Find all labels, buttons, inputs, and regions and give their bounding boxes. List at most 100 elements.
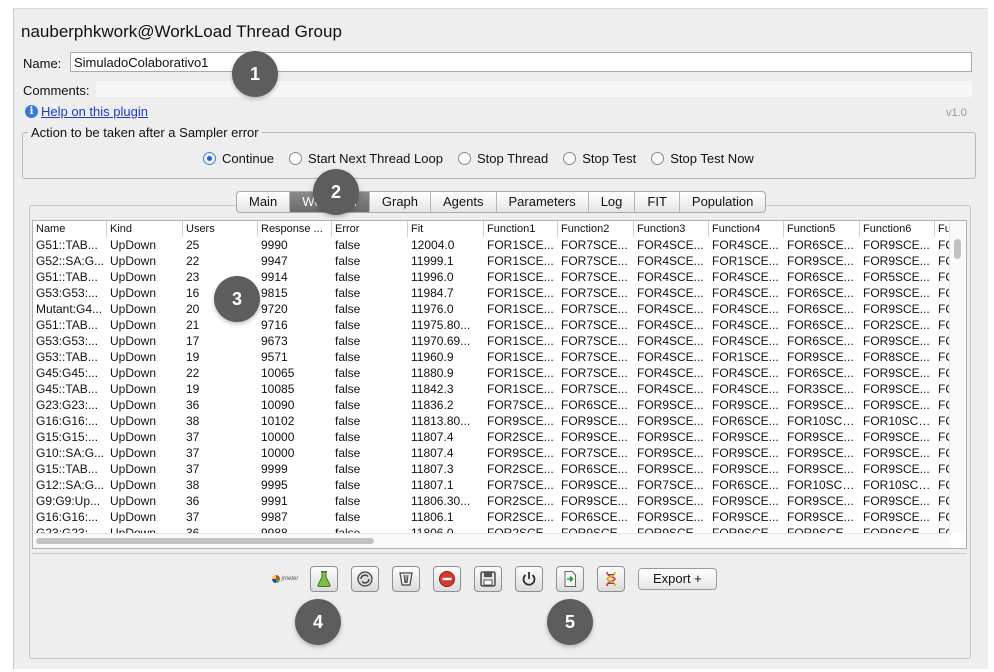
export-file-button[interactable] <box>556 566 584 592</box>
column-header[interactable]: Function3 <box>634 221 709 237</box>
table-row[interactable]: G53::TAB... UpDown 19 9571 false 11960.9 FOR1S… <box>33 349 951 365</box>
table-row[interactable]: G9:G9:Up... UpDown 36 9991 false 11806.30... F… <box>33 493 951 509</box>
radio-button[interactable] <box>457 152 471 165</box>
radio-stop-thread[interactable]: Stop Thread <box>457 151 548 166</box>
save-button[interactable] <box>474 566 502 592</box>
tab-agents[interactable]: Agents <box>431 192 497 212</box>
cycle-button[interactable] <box>351 566 379 592</box>
table-cell: 10085 <box>261 382 295 396</box>
radio-button[interactable] <box>563 152 577 165</box>
column-header[interactable]: Function6 <box>860 221 935 237</box>
tab-log[interactable]: Log <box>589 192 636 212</box>
table-cell: G12::SA:G... <box>36 478 105 492</box>
radio-button[interactable] <box>289 152 303 165</box>
vertical-scroll-thumb[interactable] <box>954 239 961 259</box>
column-header[interactable]: Name <box>33 221 107 237</box>
table-row[interactable]: G23:G23:... UpDown 36 10090 false 11836.2 FOR7… <box>33 397 951 413</box>
export-button[interactable]: Export + <box>638 568 717 590</box>
table-cell: FOR7SCE... <box>561 254 628 268</box>
tab-parameters[interactable]: Parameters <box>497 192 589 212</box>
table-cell: FOR9SCE... <box>637 414 704 428</box>
gear-cycle-icon <box>356 570 374 588</box>
tab-graph[interactable]: Graph <box>370 192 432 212</box>
table-cell: G51::TAB... <box>36 270 98 284</box>
table-cell: FOR2SCE... <box>487 462 554 476</box>
table-cell: FOR9SCE... <box>712 446 779 460</box>
tab-population[interactable]: Population <box>680 192 765 212</box>
table-row[interactable]: G53:G53:... UpDown 17 9673 false 11970.69... F… <box>33 333 951 349</box>
horizontal-scrollbar[interactable] <box>33 533 951 548</box>
table-cell: FOR9SCE... <box>637 462 704 476</box>
table-cell: FOR4SCE... <box>637 382 704 396</box>
table-cell: 9815 <box>261 286 288 300</box>
run-experiment-button[interactable] <box>310 566 338 592</box>
table-cell: FOR2SCE... <box>863 318 930 332</box>
help-link[interactable]: Help on this plugin <box>41 104 148 119</box>
table-cell: FOR6SCE... <box>787 318 854 332</box>
table-cell: false <box>335 446 361 460</box>
name-field[interactable]: SimuladoColaborativo1 <box>70 52 972 72</box>
clear-button[interactable] <box>392 566 420 592</box>
horizontal-scroll-thumb[interactable] <box>36 538 374 544</box>
table-cell: FOR9SCE... <box>487 414 554 428</box>
column-header[interactable]: Kind <box>107 221 183 237</box>
table-row[interactable]: G51::TAB... UpDown 21 9716 false 11975.80... F… <box>33 317 951 333</box>
table-cell: G23:G23:... <box>36 526 99 533</box>
logo-text: jmeter <box>281 576 299 582</box>
column-header[interactable]: Response ... <box>258 221 332 237</box>
column-header[interactable]: Function1 <box>484 221 558 237</box>
column-header[interactable]: Function4 <box>709 221 784 237</box>
table-cell: FOR2SCE... <box>487 510 554 524</box>
table-cell: 11960.9 <box>411 350 454 364</box>
table-row[interactable]: G45:G45:... UpDown 22 10065 false 11880.9 FOR1… <box>33 365 951 381</box>
table-cell: 9716 <box>261 318 288 332</box>
table-row[interactable]: G15:G15:... UpDown 37 10000 false 11807.4 FOR2… <box>33 429 951 445</box>
table-row[interactable]: G51::TAB... UpDown 23 9914 false 11996.0 FOR1S… <box>33 269 951 285</box>
table-row[interactable]: G45::TAB... UpDown 19 10085 false 11842.3 FOR1… <box>33 381 951 397</box>
radio-start-next-thread-loop[interactable]: Start Next Thread Loop <box>289 151 443 166</box>
table-cell: UpDown <box>110 366 157 380</box>
column-header[interactable]: Users <box>183 221 258 237</box>
table-cell: FOR4SCE... <box>637 286 704 300</box>
table-cell: FOR4SCE... <box>712 382 779 396</box>
table-cell: 38 <box>186 414 200 428</box>
table-row[interactable]: G51::TAB... UpDown 25 9990 false 12004.0 FOR1S… <box>33 237 951 253</box>
table-cell: FOR3SCE... <box>787 382 854 396</box>
table-cell: 36 <box>186 398 200 412</box>
comments-field[interactable] <box>96 81 972 97</box>
column-header[interactable]: Function5 <box>784 221 860 237</box>
column-header[interactable]: Fit <box>408 221 484 237</box>
tab-fit[interactable]: FIT <box>635 192 680 212</box>
radio-continue[interactable]: Continue <box>203 151 274 166</box>
radio-stop-test[interactable]: Stop Test <box>563 151 636 166</box>
table-cell: FOR1SCE... <box>487 270 554 284</box>
help-row: i Help on this plugin <box>25 104 148 119</box>
table-row[interactable]: G16:G16:... UpDown 37 9987 false 11806.1 FOR2S… <box>33 509 951 525</box>
table-cell: UpDown <box>110 462 157 476</box>
table-row[interactable]: G53:G53:... UpDown 16 9815 false 11984.7 FOR1S… <box>33 285 951 301</box>
table-cell: FOR9SCE... <box>712 494 779 508</box>
table-row[interactable]: G15::TAB... UpDown 37 9999 false 11807.3 FOR2S… <box>33 461 951 477</box>
table-row[interactable]: G10::SA:G... UpDown 37 10000 false 11807.4 FOR… <box>33 445 951 461</box>
table-cell: FOR4SCE... <box>637 270 704 284</box>
stop-button[interactable] <box>433 566 461 592</box>
table-row[interactable]: G12::SA:G... UpDown 38 9995 false 11807.1 FOR7… <box>33 477 951 493</box>
table-row[interactable]: G52::SA:G... UpDown 22 9947 false 11999.1 FOR1… <box>33 253 951 269</box>
table-cell: 11880.9 <box>411 366 454 380</box>
vertical-scrollbar[interactable] <box>949 221 966 533</box>
table-row[interactable]: G23:G23:... UpDown 36 9988 false 11806.0 FOR2S… <box>33 525 951 533</box>
genetic-algorithm-button[interactable] <box>597 566 625 592</box>
table-row[interactable]: G16:G16:... UpDown 38 10102 false 11813.80...… <box>33 413 951 429</box>
table-cell: FOR4SCE... <box>637 302 704 316</box>
radio-stop-test-now[interactable]: Stop Test Now <box>651 151 754 166</box>
column-header[interactable]: Error <box>332 221 408 237</box>
table-cell: FOR9SCE... <box>787 510 854 524</box>
info-icon: i <box>25 105 38 118</box>
tab-main[interactable]: Main <box>237 192 291 212</box>
column-header[interactable]: Function2 <box>558 221 634 237</box>
radio-button[interactable] <box>651 152 665 165</box>
table-cell: FOR7SCE... <box>561 318 628 332</box>
table-row[interactable]: Mutant:G4... UpDown 20 9720 false 11976.0 FOR1… <box>33 301 951 317</box>
power-button[interactable] <box>515 566 543 592</box>
radio-button-selected[interactable] <box>203 152 216 165</box>
